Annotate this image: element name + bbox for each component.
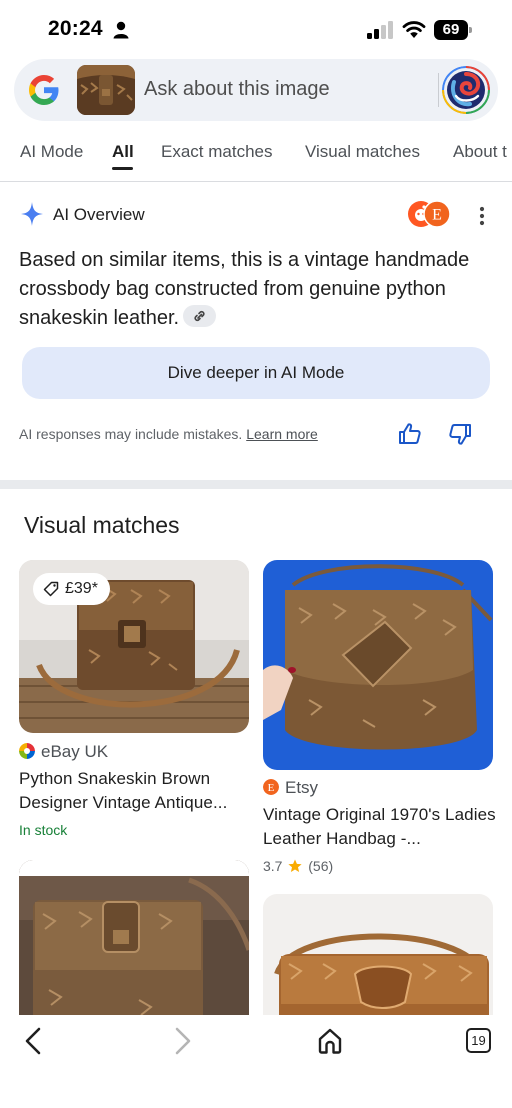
visual-matches-heading: Visual matches xyxy=(24,512,180,538)
source-name: Etsy xyxy=(285,778,319,797)
match-image-etsy[interactable] xyxy=(263,560,493,770)
search-input[interactable]: Ask about this image xyxy=(144,78,330,101)
person-icon xyxy=(113,21,129,39)
more-options-icon[interactable] xyxy=(474,204,490,228)
ai-overview-title: AI Overview xyxy=(53,205,145,224)
tab-switcher-button[interactable]: 19 xyxy=(466,1028,491,1053)
svg-text:E: E xyxy=(432,207,442,224)
battery-level: 69 xyxy=(434,20,468,40)
price-text: £39* xyxy=(65,580,98,597)
price-tag-icon xyxy=(43,581,59,597)
tab-ai-mode[interactable]: AI Mode xyxy=(20,142,83,162)
ai-disclaimer: AI responses may include mistakes. Learn… xyxy=(19,426,318,442)
source-ebay[interactable]: eBay UK xyxy=(19,742,108,762)
search-divider xyxy=(438,73,439,107)
dive-deeper-ai-mode-button[interactable]: Dive deeper in AI Mode xyxy=(22,347,490,399)
stock-status: In stock xyxy=(19,822,68,838)
battery-tip xyxy=(469,27,472,33)
back-arrow-icon[interactable] xyxy=(22,1027,46,1055)
rating-row: 3.7 (56) xyxy=(263,858,333,874)
query-image-thumbnail[interactable] xyxy=(77,65,135,115)
tab-all[interactable]: All xyxy=(112,142,134,162)
disclaimer-text: AI responses may include mistakes. xyxy=(19,426,243,442)
bag-photo-2 xyxy=(263,560,493,770)
signal-icon xyxy=(367,21,393,39)
citation-link-chip[interactable] xyxy=(183,305,217,327)
etsy-logo-icon: E xyxy=(263,779,279,795)
wifi-icon xyxy=(402,21,426,38)
price-badge: £39* xyxy=(33,573,110,605)
search-bar[interactable]: Ask about this image xyxy=(14,59,498,121)
star-icon xyxy=(288,859,302,872)
section-divider xyxy=(0,480,512,489)
battery-indicator: 69 xyxy=(434,20,472,40)
google-logo-icon[interactable] xyxy=(28,74,60,106)
source-etsy[interactable]: E Etsy xyxy=(263,778,318,798)
thumbs-down-icon[interactable] xyxy=(448,422,472,446)
learn-more-link[interactable]: Learn more xyxy=(246,426,318,442)
home-icon[interactable] xyxy=(316,1027,344,1055)
tab-exact-matches[interactable]: Exact matches xyxy=(161,142,273,162)
bottom-navigation: 19 xyxy=(0,1015,512,1108)
ebay-logo-icon xyxy=(19,743,35,759)
ai-sparkle-icon xyxy=(21,202,43,226)
thumbs-up-icon[interactable] xyxy=(398,422,422,446)
ai-overview-text: Based on similar items, this is a vintag… xyxy=(19,246,489,333)
match-title-1[interactable]: Python Snakeskin Brown Designer Vintage … xyxy=(19,767,255,815)
match-title-2[interactable]: Vintage Original 1970's Ladies Leather H… xyxy=(263,803,499,851)
active-tab-indicator xyxy=(112,167,133,170)
source-avatars-icon[interactable]: E xyxy=(407,200,451,228)
ai-overview-body: Based on similar items, this is a vintag… xyxy=(19,249,470,329)
source-name: eBay UK xyxy=(41,742,109,761)
status-time: 20:24 xyxy=(48,17,103,40)
tab-about[interactable]: About t xyxy=(453,142,507,162)
review-count: (56) xyxy=(308,858,334,874)
lens-avatar-icon[interactable] xyxy=(442,66,490,114)
forward-arrow-icon[interactable] xyxy=(170,1027,194,1055)
tab-visual-matches[interactable]: Visual matches xyxy=(305,142,420,162)
status-bar: 20:24 69 xyxy=(0,0,512,58)
svg-text:E: E xyxy=(268,782,275,794)
link-icon xyxy=(194,310,205,322)
rating-value: 3.7 xyxy=(263,858,283,874)
search-tabs: AI Mode All Exact matches Visual matches… xyxy=(0,122,512,182)
match-image-ebay[interactable]: £39* xyxy=(19,560,249,733)
